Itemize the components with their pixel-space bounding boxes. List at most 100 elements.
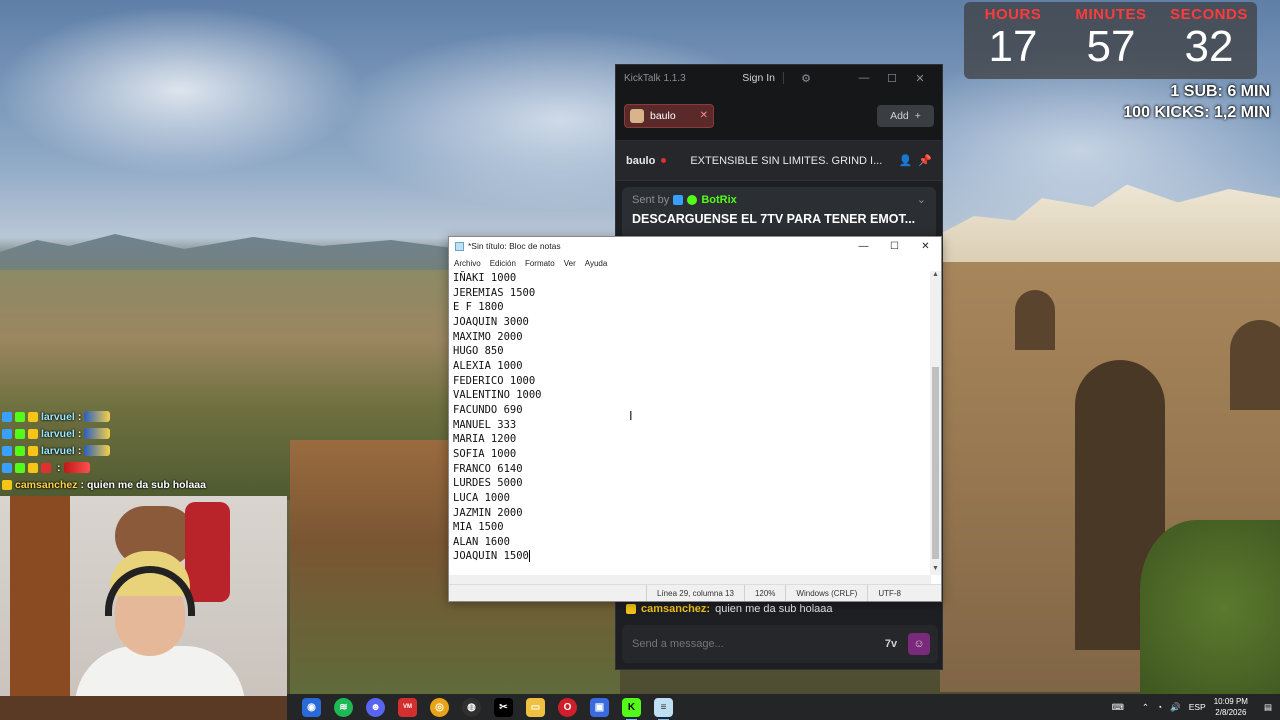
goal-kicks: 100 KICKS: 1,2 MIN	[1123, 104, 1270, 121]
crown-badge-icon	[626, 604, 636, 614]
streamer-name: baulo	[626, 154, 656, 167]
mod-badge-icon	[41, 462, 51, 473]
overlay-chat-colon: :	[77, 410, 82, 423]
close-tab-icon[interactable]: ✕	[700, 110, 708, 121]
minimize-icon[interactable]: —	[848, 241, 879, 252]
menu-ver[interactable]: Ver	[564, 259, 576, 268]
message-input[interactable]	[632, 638, 874, 650]
timer-minutes: MINUTES 57	[1062, 6, 1160, 71]
stream-title: EXTENSIBLE SIN LIMITES. GRIND I...	[690, 154, 883, 167]
text-line-last: JOAQUIN 1500	[453, 549, 931, 564]
system-tray: ⌨ ⌃ ◔ 🔊 ESP 10:09 PM 2/8/2026 ▤	[1112, 696, 1280, 718]
menu-edicion[interactable]: Edición	[490, 259, 516, 268]
kick-badge-icon	[15, 411, 25, 422]
settings-gear-icon[interactable]: ⚙	[792, 72, 820, 85]
chat-message: camsanchez: quien me da sub holaaa	[616, 601, 942, 617]
spotify-icon[interactable]: ≋	[334, 697, 353, 717]
file-explorer-icon[interactable]: ▭	[526, 697, 545, 717]
keyboard-icon[interactable]: ⌨	[1112, 702, 1124, 713]
text-line: MAXIMO 2000	[453, 330, 523, 343]
vertical-scrollbar[interactable]: ▲ ▼	[930, 271, 941, 575]
maximize-icon[interactable]: ☐	[878, 72, 906, 85]
emote-icon	[63, 462, 90, 473]
crown-badge-icon	[2, 479, 12, 490]
pinned-sender: Sent by BotRix ⌄	[632, 193, 926, 207]
overlay-chat-colon: :	[77, 427, 82, 440]
chat-message-text: quien me da sub holaaa	[715, 603, 833, 615]
overlay-chat-line: :	[0, 459, 280, 476]
sub-badge-icon	[2, 445, 12, 456]
sign-in-button[interactable]: Sign In	[734, 72, 784, 84]
timer-hours-value: 17	[988, 22, 1038, 71]
wallpaper-trees	[1140, 520, 1280, 695]
user-icon[interactable]: 👤	[899, 154, 913, 167]
timer-seconds-label: SECONDS	[1170, 6, 1248, 23]
discord-icon[interactable]: ☻	[366, 697, 385, 717]
language-indicator[interactable]: ESP	[1189, 702, 1206, 712]
ibeam-cursor-icon: I	[629, 408, 633, 423]
overlay-chat-colon: :	[77, 444, 82, 457]
clock[interactable]: 10:09 PM 2/8/2026	[1214, 696, 1248, 718]
kick-badge-icon	[15, 445, 25, 456]
text-line: LUCA 1000	[453, 491, 510, 504]
close-icon[interactable]: ✕	[910, 241, 941, 252]
notifications-icon[interactable]: ▤	[1264, 702, 1272, 713]
text-line: MANUEL 333	[453, 418, 517, 431]
clock-time: 10:09 PM	[1213, 697, 1248, 706]
chat-tab-baulo[interactable]: baulo ✕	[624, 103, 714, 128]
overlay-chat-user: larvuel	[41, 444, 75, 457]
menu-ayuda[interactable]: Ayuda	[585, 259, 608, 268]
chrome-icon[interactable]: ◎	[430, 697, 449, 717]
encoding: UTF-8	[867, 585, 941, 601]
pinned-message: Sent by BotRix ⌄ DESCARGUENSE EL 7TV PAR…	[622, 187, 936, 239]
pinned-message-text: DESCARGUENSE EL 7TV PARA TENER EMOT...	[632, 212, 916, 226]
wallpaper-bridge-arch	[1015, 290, 1055, 350]
menu-archivo[interactable]: Archivo	[454, 259, 481, 268]
chevron-down-icon[interactable]: ⌄	[917, 193, 926, 206]
sub-badge-icon	[2, 411, 12, 422]
chat-message-user[interactable]: camsanchez:	[641, 603, 710, 615]
text-caret	[528, 550, 530, 563]
timer-seconds-value: 32	[1184, 22, 1234, 71]
voicemod-icon[interactable]: VM	[398, 697, 417, 717]
text-line: JAZMIN 2000	[453, 506, 523, 519]
gift-badge-icon	[28, 445, 38, 456]
clock-date: 2/8/2026	[1215, 708, 1247, 717]
text-line: SOFIA 1000	[453, 447, 517, 460]
add-chat-button[interactable]: Add +	[877, 104, 934, 127]
pin-icon[interactable]: 📌	[918, 154, 932, 167]
7tv-emote-icon[interactable]: 7v	[880, 633, 902, 655]
notepad-text-area[interactable]: IÑAKI 1000 JEREMIAS 1500 E F 1800 JOAQUIN 3…	[449, 271, 931, 575]
maximize-icon[interactable]: ☐	[879, 241, 910, 252]
capcut-icon[interactable]: ✂	[494, 697, 513, 717]
opera-gx-icon[interactable]: O	[558, 697, 577, 717]
chevron-up-icon[interactable]: ⌃	[1142, 702, 1149, 713]
notepad-icon[interactable]: ≡	[654, 697, 673, 720]
timer-minutes-value: 57	[1086, 22, 1136, 71]
kick-icon[interactable]: K	[622, 697, 641, 720]
text-line: JEREMIAS 1500	[453, 286, 536, 299]
emote-picker-icon[interactable]: ☺	[908, 633, 930, 655]
cursor-position: Línea 29, columna 13	[646, 585, 744, 601]
gift-badge-icon	[28, 428, 38, 439]
notepad-icon	[455, 241, 464, 251]
timer-minutes-label: MINUTES	[1075, 6, 1147, 23]
close-icon[interactable]: ✕	[906, 72, 934, 85]
network-icon[interactable]: ◔	[1157, 702, 1162, 712]
kick-badge-icon	[15, 462, 25, 473]
scroll-down-icon[interactable]: ▼	[930, 565, 941, 575]
message-composer: 7v ☺	[622, 625, 938, 663]
volume-icon[interactable]: 🔊	[1170, 702, 1181, 713]
text-line: LURDES 5000	[453, 477, 523, 490]
minimize-icon[interactable]: —	[850, 72, 878, 84]
chrome-icon[interactable]: ◉	[302, 697, 321, 717]
menu-formato[interactable]: Formato	[525, 259, 555, 268]
plus-icon: +	[914, 109, 921, 122]
gift-badge-icon	[28, 411, 38, 422]
add-chat-label: Add	[890, 109, 909, 122]
scroll-up-icon[interactable]: ▲	[930, 271, 941, 281]
photos-icon[interactable]: ▣	[590, 697, 609, 717]
obs-icon[interactable]: ◍	[462, 697, 481, 717]
notepad-title: *Sin título: Bloc de notas	[468, 241, 561, 251]
scrollbar-thumb[interactable]	[932, 367, 939, 559]
